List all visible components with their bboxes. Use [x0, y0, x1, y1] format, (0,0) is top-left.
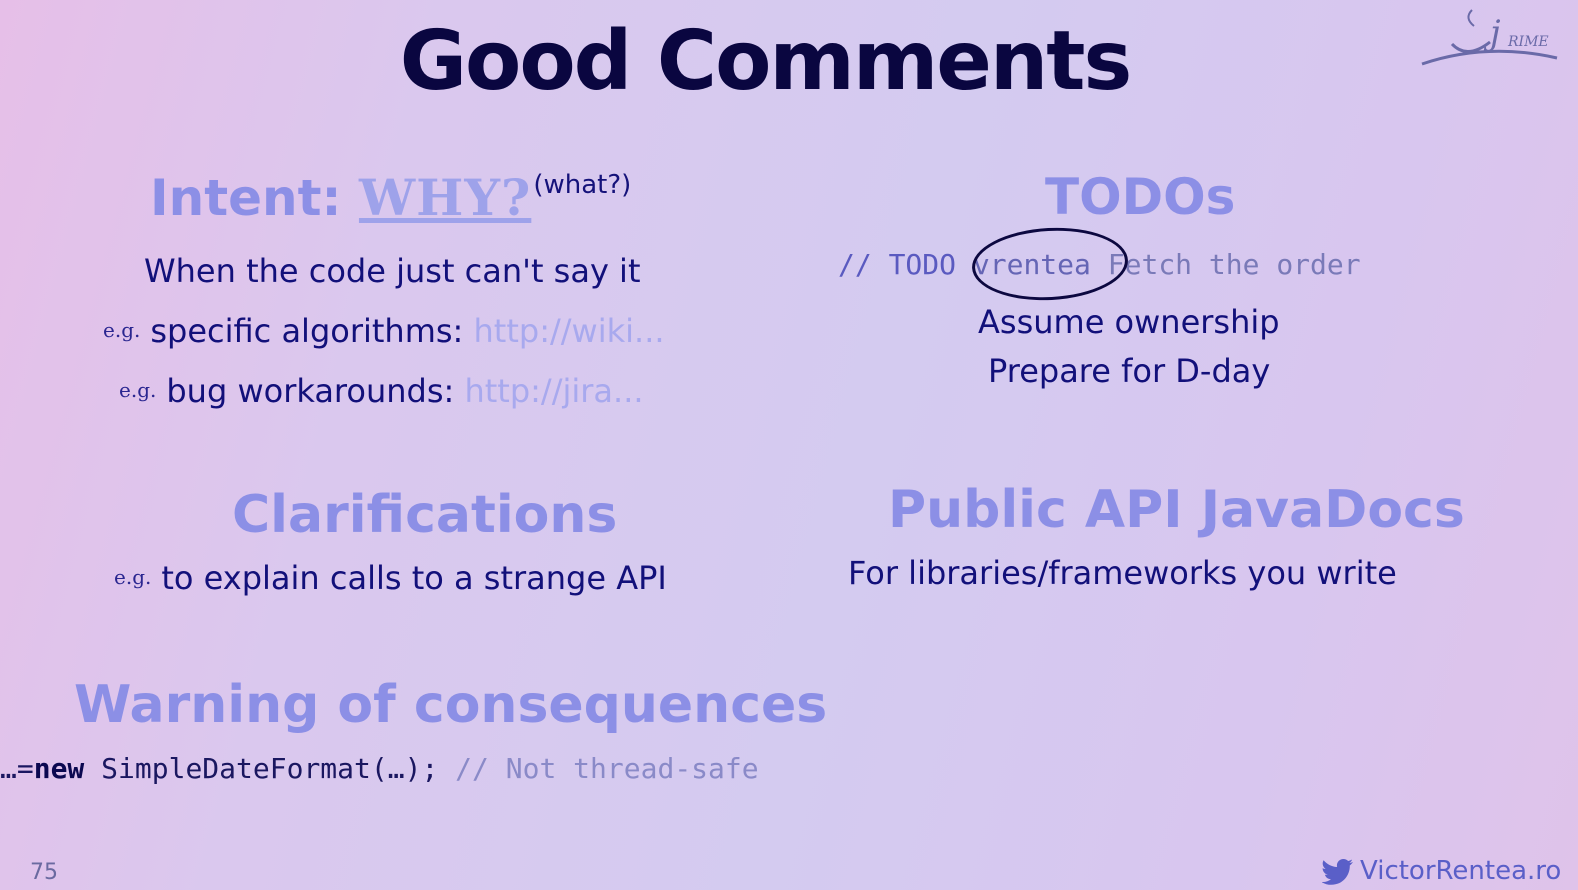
owner-highlight-circle	[970, 223, 1130, 305]
intent-line-1: When the code just can't say it	[144, 252, 641, 290]
slide-title: Good Comments	[399, 14, 1133, 109]
clarifications-heading: Clarifications	[232, 485, 618, 545]
jira-link: http://jira...	[464, 372, 644, 410]
warning-code-keyword: new	[33, 752, 85, 785]
intent-heading-why: WHY?	[358, 168, 532, 227]
intent-line-2-text: specific algorithms:	[150, 312, 464, 350]
clarifications-text: to explain calls to a strange API	[161, 559, 667, 597]
public-api-line: For libraries/frameworks you write	[848, 554, 1397, 592]
twitter-icon	[1322, 858, 1353, 885]
footer-text: VictorRentea.ro	[1360, 856, 1562, 886]
warning-heading: Warning of consequences	[74, 675, 828, 735]
warning-code-rest: SimpleDateFormat(…);	[84, 752, 456, 785]
warning-code-comment: // Not thread-safe	[455, 752, 759, 785]
todo-code-prefix: // TODO	[838, 248, 957, 281]
todo-code-suffix: Fetch the order	[1107, 248, 1361, 281]
intent-line-2: e.g. specific algorithms: http://wiki...	[103, 312, 665, 350]
intent-line-3-text: bug workarounds:	[166, 372, 455, 410]
warning-code-line: …=new SimpleDateFormat(…); // Not thread…	[0, 752, 759, 785]
eg-label: e.g.	[103, 318, 141, 342]
page-number: 75	[30, 860, 58, 885]
intent-heading-prefix: Intent:	[150, 169, 342, 227]
warning-code-prefix: …=	[0, 752, 34, 785]
eg-label: e.g.	[114, 565, 152, 589]
public-api-heading: Public API JavaDocs	[888, 480, 1465, 540]
intent-heading-what: (what?)	[533, 170, 632, 200]
clarifications-line: e.g. to explain calls to a strange API	[114, 559, 667, 597]
footer-link[interactable]: VictorRentea.ro	[1322, 856, 1561, 886]
wiki-link: http://wiki...	[473, 312, 665, 350]
intent-line-3: e.g. bug workarounds: http://jira...	[119, 372, 644, 410]
intent-heading: Intent: WHY?(what?)	[150, 168, 631, 227]
todos-heading: TODOs	[1045, 168, 1236, 226]
eg-label: e.g.	[119, 378, 157, 402]
todos-line-1: Assume ownership	[978, 303, 1280, 341]
todos-line-2: Prepare for D-day	[988, 352, 1271, 390]
